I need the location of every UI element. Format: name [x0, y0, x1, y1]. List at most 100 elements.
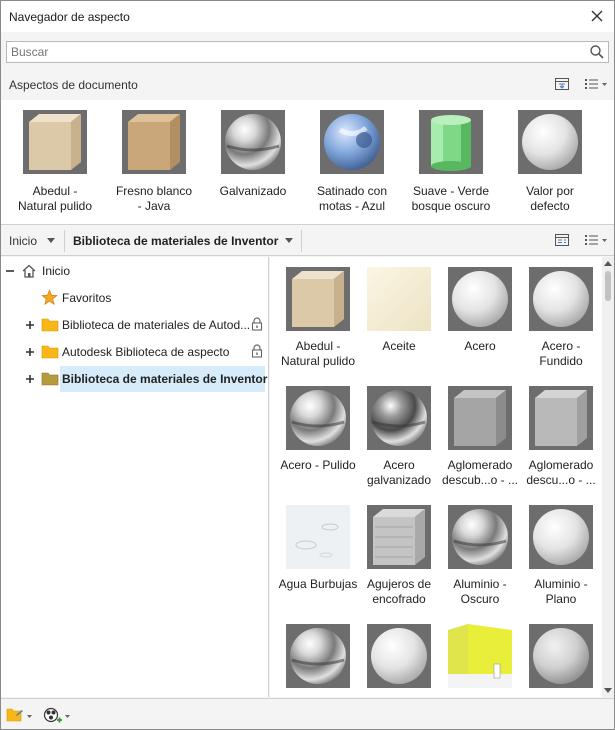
breadcrumb-library[interactable]: Biblioteca de materiales de Inventor	[73, 234, 278, 248]
material-thumbnail	[367, 267, 431, 331]
material-label: Agua Burbujas	[278, 577, 358, 591]
material-thumbnail	[529, 386, 593, 450]
chevron-down-icon[interactable]	[47, 238, 55, 244]
search-row	[1, 32, 614, 70]
material-thumbnail	[529, 505, 593, 569]
title-bar: Navegador de aspecto	[1, 1, 614, 32]
breadcrumb-home[interactable]: Inicio	[9, 234, 37, 248]
lock-icon	[251, 317, 263, 331]
tree-item-label: Biblioteca de materiales de Inventor	[62, 372, 268, 386]
material-label: Aluminio - Plano	[534, 577, 588, 606]
material-label: Aglomerado descu...o - ...	[526, 458, 596, 487]
material-label: Suave - Verde bosque oscuro	[411, 184, 491, 213]
tree-item-favorites[interactable]: Favoritos	[1, 285, 268, 311]
doc-item[interactable]: Abedul - Natural pulido	[7, 110, 103, 214]
material-thumbnail	[221, 110, 285, 174]
doc-item[interactable]: Suave - Verde bosque oscuro	[403, 110, 499, 214]
doc-item[interactable]: Satinado con motas - Azul	[304, 110, 400, 214]
open-library-icon[interactable]	[6, 706, 34, 724]
material-thumbnail	[367, 386, 431, 450]
material-label: Agujeros de encofrado	[366, 577, 432, 606]
expand-icon[interactable]	[25, 374, 35, 384]
grid-item[interactable]: Agujeros de encofrado	[358, 505, 440, 607]
tree-item-label: Biblioteca de materiales de Autod...	[62, 318, 251, 332]
material-thumbnail	[122, 110, 186, 174]
material-label: Acero	[464, 339, 496, 353]
grid-item[interactable]: Aceite	[358, 267, 440, 354]
grid-item[interactable]: Aglomerado descub...o - ...	[439, 386, 521, 488]
library-tree: Inicio Favoritos Biblioteca de materiale…	[1, 257, 269, 697]
tree-item-label: Inicio	[42, 264, 71, 278]
tree-item-autodesk-materials[interactable]: Biblioteca de materiales de Autod...	[1, 312, 268, 338]
collapse-icon[interactable]	[5, 266, 15, 276]
search-icon[interactable]	[589, 44, 605, 60]
folder-icon	[41, 372, 59, 386]
expand-icon[interactable]	[25, 320, 35, 330]
vertical-scrollbar[interactable]	[602, 257, 614, 697]
chevron-down-icon[interactable]	[285, 238, 293, 244]
grid-item[interactable]: Aglomerado descu...o - ...	[520, 386, 602, 488]
doc-item[interactable]: Valor por defecto	[502, 110, 598, 214]
material-label: Acero - Pulido	[280, 458, 356, 472]
grid-item[interactable]: Acero - Pulido	[277, 386, 359, 473]
grid-item[interactable]	[439, 624, 521, 688]
scroll-up-icon[interactable]	[604, 260, 612, 268]
grid-item[interactable]	[520, 624, 602, 688]
tree-item-autodesk-appearance[interactable]: Autodesk Biblioteca de aspecto	[1, 339, 268, 365]
material-thumbnail	[286, 267, 350, 331]
material-label: Valor por defecto	[526, 184, 574, 213]
create-material-icon[interactable]	[43, 706, 73, 724]
doc-view-icon[interactable]	[554, 76, 570, 92]
grid-item[interactable]	[277, 624, 359, 688]
material-thumbnail	[320, 110, 384, 174]
material-label: Acero - Fundido	[539, 339, 583, 368]
grid-item[interactable]: Agua Burbujas	[277, 505, 359, 592]
scroll-thumb[interactable]	[605, 271, 611, 301]
material-thumbnail	[448, 386, 512, 450]
list-view-icon[interactable]	[584, 76, 608, 92]
grid-item[interactable]: Aluminio - Oscuro	[439, 505, 521, 607]
material-thumbnail	[367, 624, 431, 688]
material-thumbnail	[448, 505, 512, 569]
grid-item[interactable]: Acero galvanizado	[358, 386, 440, 488]
tree-item-home[interactable]: Inicio	[1, 258, 268, 284]
material-label: Aceite	[382, 339, 416, 353]
folder-icon	[41, 345, 59, 359]
material-label: Abedul - Natural pulido	[280, 339, 356, 368]
grid-item[interactable]: Acero - Fundido	[520, 267, 602, 369]
tree-item-inventor-materials[interactable]: Biblioteca de materiales de Inventor	[1, 366, 268, 392]
material-label: Fresno blanco - Java	[115, 184, 193, 213]
material-thumbnail	[286, 624, 350, 688]
material-thumbnail	[367, 505, 431, 569]
grid-item[interactable]	[358, 624, 440, 688]
search-box[interactable]	[6, 41, 609, 63]
doc-item[interactable]: Galvanizado	[205, 110, 301, 199]
material-thumbnail	[448, 267, 512, 331]
search-input[interactable]	[11, 43, 581, 61]
close-icon	[591, 10, 603, 22]
close-button[interactable]	[588, 7, 606, 25]
material-thumbnail	[23, 110, 87, 174]
material-label: Aluminio - Oscuro	[453, 577, 507, 606]
scroll-down-icon[interactable]	[604, 686, 612, 694]
divider	[301, 230, 302, 252]
list-view-icon[interactable]	[584, 232, 608, 248]
grid-item[interactable]: Abedul - Natural pulido	[277, 267, 359, 369]
material-thumbnail	[518, 110, 582, 174]
doc-item[interactable]: Fresno blanco - Java	[106, 110, 202, 214]
material-grid: Abedul - Natural pulido Aceite Acero Ace…	[270, 257, 602, 697]
star-icon	[41, 289, 58, 305]
material-thumbnail	[286, 386, 350, 450]
bottom-toolbar	[1, 698, 614, 729]
lock-icon	[251, 344, 263, 358]
window-title: Navegador de aspecto	[9, 9, 130, 24]
home-icon	[22, 264, 36, 278]
material-label: Aglomerado descub...o - ...	[441, 458, 519, 487]
material-label: Satinado con motas - Azul	[316, 184, 388, 213]
expand-icon[interactable]	[25, 347, 35, 357]
document-appearances-strip: Abedul - Natural pulido Fresno blanco - …	[1, 100, 614, 225]
grid-item[interactable]: Aluminio - Plano	[520, 505, 602, 607]
grid-item[interactable]: Acero	[439, 267, 521, 354]
library-view-icon[interactable]	[554, 232, 570, 248]
divider	[64, 230, 65, 252]
